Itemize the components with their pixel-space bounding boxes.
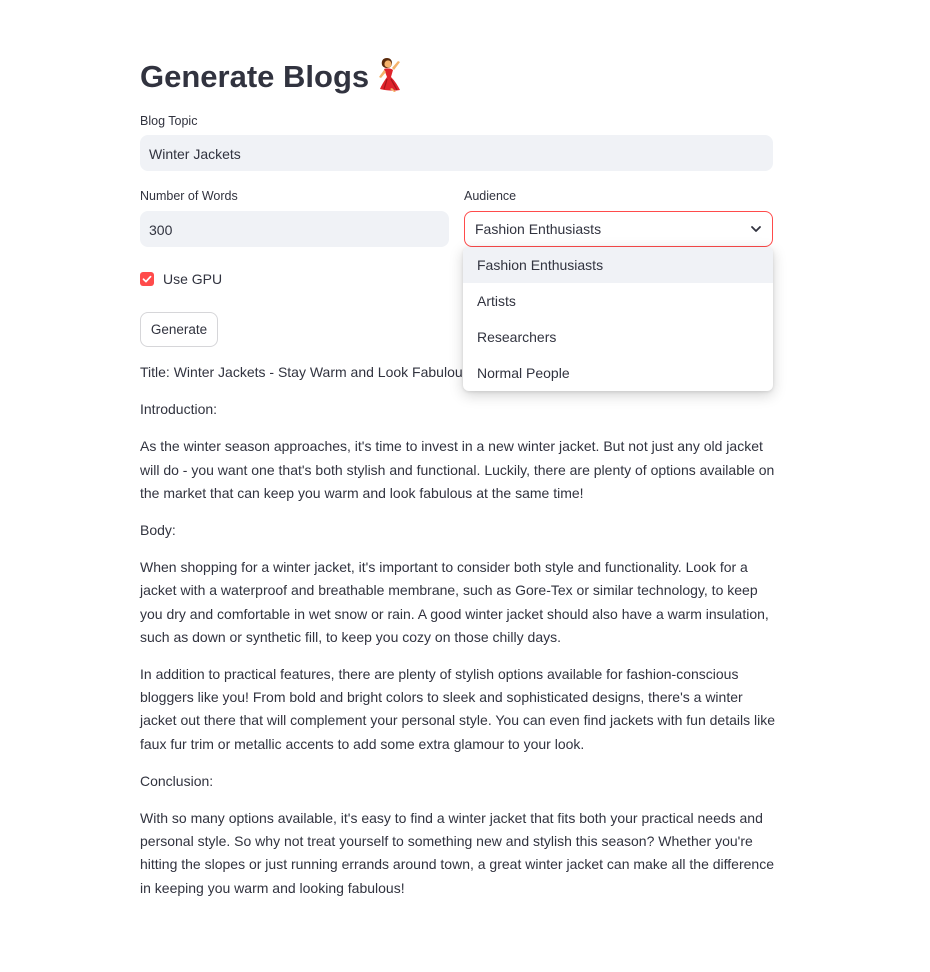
page-title-text: Generate Blogs — [140, 59, 370, 94]
use-gpu-checkbox-row[interactable]: Use GPU — [140, 270, 222, 288]
use-gpu-checkbox[interactable] — [140, 272, 154, 286]
blog-paragraph: As the winter season approaches, it's ti… — [140, 438, 775, 501]
audience-option-artists[interactable]: Artists — [463, 283, 773, 319]
audience-option-fashion-enthusiasts[interactable]: Fashion Enthusiasts — [463, 247, 773, 283]
audience-selected-value: Fashion Enthusiasts — [475, 221, 602, 237]
audience-label: Audience — [464, 189, 517, 203]
blog-paragraph: When shopping for a winter jacket, it's … — [140, 559, 769, 645]
woman-dancing-icon — [373, 55, 405, 93]
number-of-words-input[interactable]: 300 — [140, 211, 449, 247]
blog-topic-label: Blog Topic — [140, 114, 198, 128]
checkmark-icon — [142, 275, 152, 283]
generated-blog-output: Title: Winter Jackets - Stay Warm and Lo… — [140, 361, 776, 914]
audience-select[interactable]: Fashion Enthusiasts — [464, 211, 773, 247]
blog-paragraph: With so many options available, it's eas… — [140, 810, 774, 896]
generate-button[interactable]: Generate — [140, 312, 218, 347]
chevron-down-icon — [751, 226, 761, 232]
number-of-words-label: Number of Words — [140, 189, 238, 203]
blog-paragraph: In addition to practical features, there… — [140, 666, 776, 752]
audience-option-normal-people[interactable]: Normal People — [463, 355, 773, 391]
blog-paragraph: Body: — [140, 522, 176, 539]
number-of-words-value: 300 — [149, 222, 173, 238]
blog-topic-value: Winter Jackets — [149, 146, 241, 162]
use-gpu-label: Use GPU — [163, 271, 223, 287]
audience-option-researchers[interactable]: Researchers — [463, 319, 773, 355]
blog-paragraph: Conclusion: — [140, 772, 214, 789]
blog-topic-input[interactable]: Winter Jackets — [140, 135, 773, 171]
blog-paragraph: Introduction: — [140, 401, 218, 418]
audience-dropdown-menu: Fashion Enthusiasts Artists Researchers … — [463, 247, 773, 391]
page-title: Generate Blogs — [140, 55, 405, 99]
